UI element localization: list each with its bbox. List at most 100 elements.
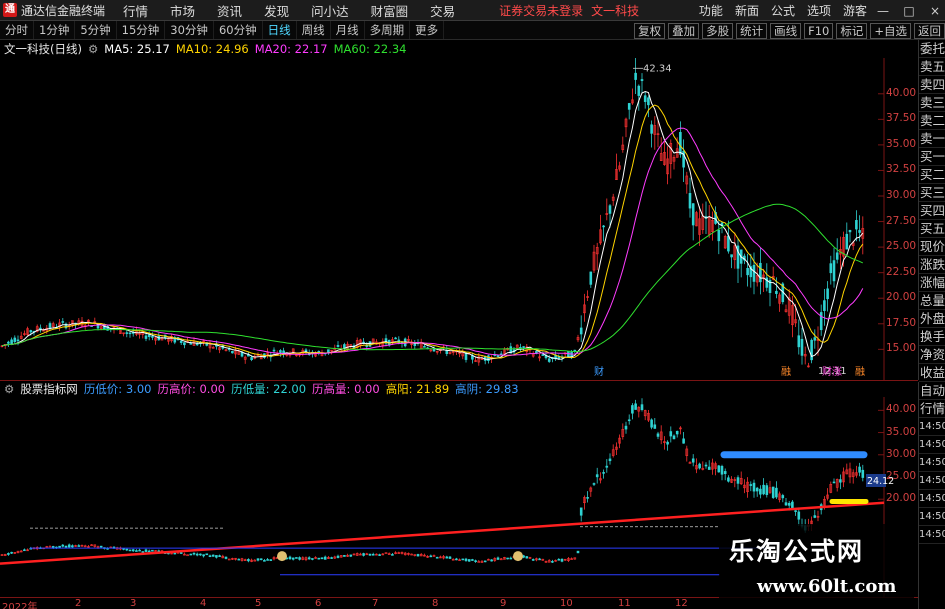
indicator-side-tab-0[interactable]: 自动 (919, 382, 945, 400)
indicator-side-tab-7[interactable]: 14:50 (919, 508, 945, 526)
minimize-icon[interactable]: — (873, 4, 893, 18)
close-icon[interactable]: × (925, 4, 945, 18)
event-marker: 融 (781, 366, 791, 378)
side-tab-0[interactable]: 委托 (919, 40, 945, 58)
side-tab-4[interactable]: 卖二 (919, 112, 945, 130)
tool-adjust[interactable]: 复权 (634, 22, 666, 39)
tool-mark[interactable]: 标记 (836, 22, 868, 39)
period-15min[interactable]: 15分钟 (117, 21, 166, 39)
period-weekly[interactable]: 周线 (297, 21, 331, 39)
settings-gear-icon[interactable]: ⚙ (4, 382, 14, 396)
candle-body (832, 260, 836, 282)
menu-new-page[interactable]: 新面 (735, 2, 759, 19)
sub-candle-body (752, 482, 756, 492)
menu-trade[interactable]: 交易 (430, 1, 455, 20)
sub-candle-body (371, 553, 375, 556)
side-tab-10[interactable]: 买五 (919, 220, 945, 238)
tool-back[interactable]: 返回 (914, 22, 945, 39)
side-tab-3[interactable]: 卖三 (919, 94, 945, 112)
candle-body (730, 254, 733, 258)
tool-add-watchlist[interactable]: +自选 (870, 22, 911, 39)
menu-ask[interactable]: 问小达 (311, 1, 349, 20)
menu-guest[interactable]: 游客 (843, 2, 867, 19)
side-tab-7[interactable]: 买二 (919, 166, 945, 184)
sub-candle-body (151, 549, 154, 552)
tool-multi-stock[interactable]: 多股 (702, 22, 734, 39)
candle-body (640, 79, 644, 82)
login-status[interactable]: 证券交易未登录 (499, 2, 583, 19)
indicator-side-tab-4[interactable]: 14:50 (919, 454, 945, 472)
sub-candle-body (368, 553, 372, 556)
candle-body (522, 346, 525, 348)
period-daily[interactable]: 日线 (263, 21, 297, 39)
sub-candle-body (560, 558, 564, 562)
indicator-side-tab-5[interactable]: 14:50 (919, 472, 945, 490)
tool-stats[interactable]: 统计 (736, 22, 768, 39)
tool-f10[interactable]: F10 (804, 22, 834, 39)
side-tab-17[interactable]: 净资 (919, 346, 945, 364)
side-tab-2[interactable]: 卖四 (919, 76, 945, 94)
side-tab-8[interactable]: 买三 (919, 184, 945, 202)
candle-body (61, 321, 65, 323)
period-more[interactable]: 更多 (410, 21, 445, 39)
indicator-side-tab-2[interactable]: 14:50 (919, 418, 945, 436)
menu-market[interactable]: 市场 (170, 1, 195, 20)
sub-candle-body (624, 425, 628, 430)
candle-body (29, 330, 33, 333)
indicator-side-tab-1[interactable]: 行情 (919, 400, 945, 418)
sub-candle-body (720, 466, 724, 475)
tool-draw[interactable]: 画线 (770, 22, 802, 39)
menu-quotes[interactable]: 行情 (123, 1, 148, 20)
side-tab-15[interactable]: 外盘 (919, 310, 945, 328)
side-tab-6[interactable]: 买一 (919, 148, 945, 166)
indicator-side-tab-6[interactable]: 14:50 (919, 490, 945, 508)
candle-body (752, 264, 756, 282)
sub-candle-body (471, 559, 474, 561)
x-tick-label: 5 (255, 598, 262, 609)
candle-body (819, 312, 823, 331)
side-tab-9[interactable]: 买四 (919, 202, 945, 220)
sub-candle-body (138, 549, 141, 552)
period-monthly[interactable]: 月线 (331, 21, 365, 39)
menu-news[interactable]: 资讯 (217, 1, 242, 20)
sub-candle-body (128, 549, 132, 552)
settings-gear-icon[interactable]: ⚙ (88, 42, 98, 56)
candle-body (327, 349, 330, 353)
side-tab-12[interactable]: 涨跌 (919, 256, 945, 274)
indicator-side-tab-3[interactable]: 14:50 (919, 436, 945, 454)
menu-wealth[interactable]: 财富圈 (371, 1, 409, 20)
period-30min[interactable]: 30分钟 (165, 21, 214, 39)
maximize-icon[interactable]: □ (899, 4, 919, 18)
sub-candle-body (691, 458, 695, 463)
sub-candle-body (653, 424, 657, 429)
side-tab-14[interactable]: 总量 (919, 292, 945, 310)
high-price-label: 42.34 (643, 63, 672, 74)
menu-functions[interactable]: 功能 (699, 2, 723, 19)
side-tab-18[interactable]: 收益 (919, 364, 945, 382)
indicator-side-tab-8[interactable]: 14:50 (919, 526, 945, 544)
tool-overlay[interactable]: 叠加 (668, 22, 700, 39)
main-y-tick: 20.00 (886, 291, 917, 304)
menu-discover[interactable]: 发现 (264, 1, 289, 20)
sub-candle-body (141, 551, 145, 553)
main-y-tick: 40.00 (886, 86, 917, 99)
sub-candle-body (429, 555, 433, 558)
candle-body (858, 230, 861, 233)
period-multi[interactable]: 多周期 (365, 21, 411, 39)
period-intraday[interactable]: 分时 (0, 21, 34, 39)
side-tab-16[interactable]: 换手 (919, 328, 945, 346)
x-tick-label: 11 (618, 598, 631, 609)
candle-body (688, 193, 692, 209)
period-60min[interactable]: 60分钟 (214, 21, 263, 39)
main-price-chart[interactable]: 42.3412.11财融财涨融 (0, 58, 918, 380)
sub-candle-body (765, 485, 769, 495)
period-1min[interactable]: 1分钟 (34, 21, 76, 39)
sub-candle-body (704, 464, 708, 467)
period-5min[interactable]: 5分钟 (75, 21, 117, 39)
menu-formula[interactable]: 公式 (771, 2, 795, 19)
side-tab-5[interactable]: 卖一 (919, 130, 945, 148)
side-tab-13[interactable]: 涨幅 (919, 274, 945, 292)
menu-options[interactable]: 选项 (807, 2, 831, 19)
side-tab-11[interactable]: 现价 (919, 238, 945, 256)
side-tab-1[interactable]: 卖五 (919, 58, 945, 76)
